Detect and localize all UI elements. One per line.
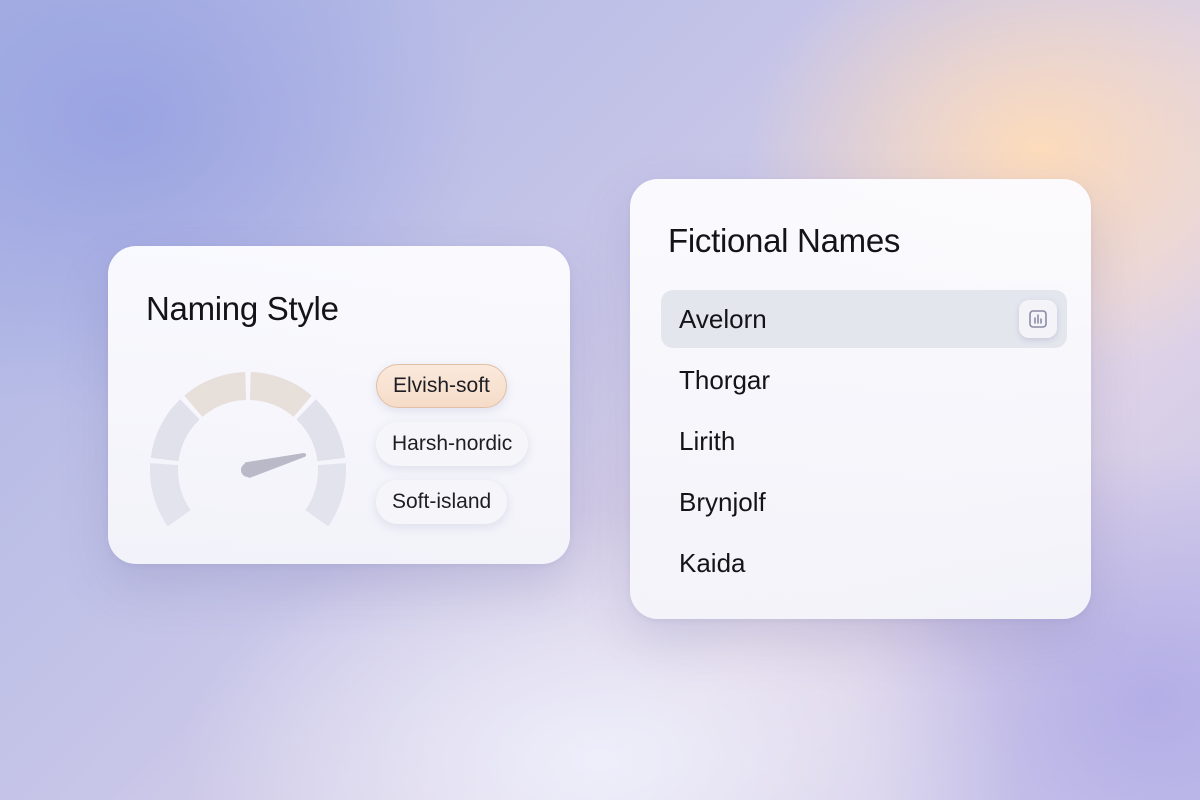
name-list: Avelorn Thorgar Lirith Brynjolf Kaida — [661, 290, 1067, 595]
style-intensity-gauge — [150, 372, 346, 527]
gauge-segment — [249, 372, 312, 417]
style-chip-harsh-nordic[interactable]: Harsh-nordic — [376, 422, 529, 466]
gauge-segment — [150, 399, 200, 462]
fictional-names-card: Fictional Names Avelorn Thorgar Lirith B… — [630, 179, 1091, 619]
style-options: Elvish-soft Harsh-nordic Soft-island — [376, 364, 529, 524]
name-item-label: Brynjolf — [679, 487, 766, 517]
name-item-label: Kaida — [679, 548, 746, 578]
name-item-kaida[interactable]: Kaida — [661, 534, 1067, 592]
name-stats-button[interactable] — [1019, 300, 1057, 338]
gauge-segment — [305, 463, 346, 527]
gauge-segment — [150, 463, 191, 527]
fictional-names-title: Fictional Names — [668, 222, 901, 259]
name-item-lirith[interactable]: Lirith — [661, 412, 1067, 470]
name-item-thorgar[interactable]: Thorgar — [661, 351, 1067, 409]
gauge-segment — [184, 372, 247, 417]
style-chip-elvish-soft[interactable]: Elvish-soft — [376, 364, 507, 408]
gauge-hub — [241, 463, 255, 477]
name-item-label: Lirith — [679, 426, 736, 456]
naming-style-card: Naming Style Elvish-soft Harsh-nordic So… — [108, 246, 570, 564]
bar-chart-icon — [1029, 310, 1047, 328]
gauge-segment — [296, 399, 346, 462]
naming-style-title: Naming Style — [146, 290, 339, 327]
name-item-brynjolf[interactable]: Brynjolf — [661, 473, 1067, 531]
style-chip-soft-island[interactable]: Soft-island — [376, 480, 508, 524]
name-item-label: Avelorn — [679, 304, 767, 334]
name-item-label: Thorgar — [679, 365, 771, 395]
name-item-avelorn[interactable]: Avelorn — [661, 290, 1067, 348]
